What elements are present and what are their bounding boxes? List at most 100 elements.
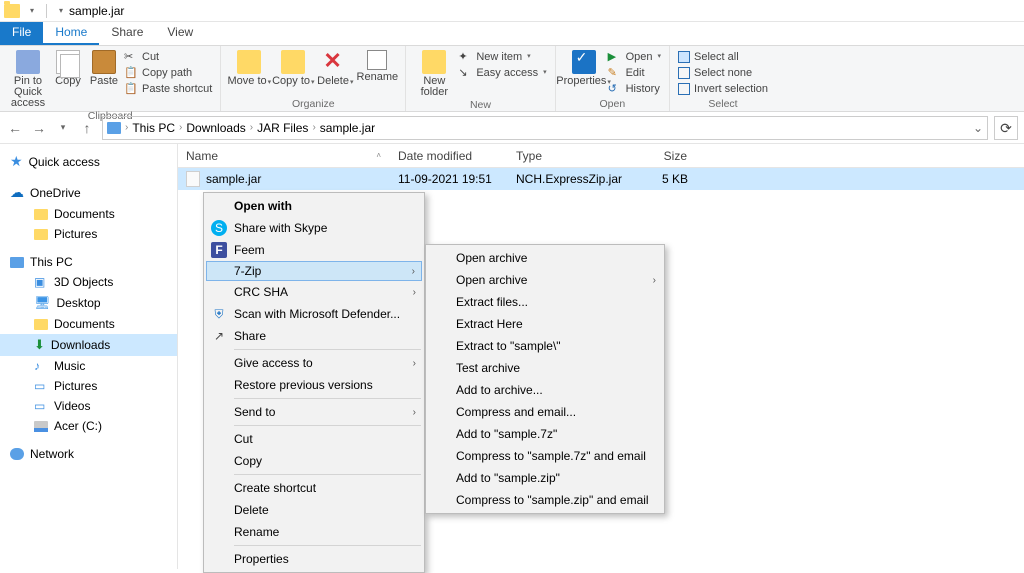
nav-recent-button[interactable]: ▾ (54, 122, 72, 133)
ctx-rename[interactable]: Rename (206, 521, 422, 543)
ctx-crc-sha[interactable]: CRC SHA› (206, 281, 422, 303)
new-item-button[interactable]: ✦New item▾ (456, 50, 548, 64)
folder-icon (34, 229, 48, 240)
copyto-icon (281, 50, 305, 74)
paste-button[interactable]: Paste (86, 48, 122, 87)
overflow-icon[interactable]: ▾ (59, 6, 63, 15)
sidebar-downloads[interactable]: ⬇Downloads (0, 334, 177, 356)
open-button[interactable]: ▶Open▾ (606, 50, 663, 64)
sidebar-quick-access[interactable]: ★Quick access (0, 150, 177, 173)
sidebar-thispc[interactable]: This PC (0, 252, 177, 272)
tab-view[interactable]: View (155, 22, 205, 45)
sub-extract-sample[interactable]: Extract to "sample\" (428, 335, 662, 357)
sidebar-network[interactable]: Network (0, 444, 177, 464)
sub-extract-here[interactable]: Extract Here (428, 313, 662, 335)
select-all-icon (678, 51, 690, 63)
chevron-right-icon[interactable]: › (179, 122, 182, 133)
paste-icon (92, 50, 116, 74)
pin-quick-access-button[interactable]: Pin to Quick access (6, 48, 50, 109)
sub-test-archive[interactable]: Test archive (428, 357, 662, 379)
file-row[interactable]: sample.jar 11-09-2021 19:51 NCH.ExpressZ… (178, 168, 1024, 190)
scissors-icon: ✂ (124, 50, 138, 64)
qatoolbar-down-icon[interactable]: ▾ (30, 6, 34, 15)
sidebar-music[interactable]: ♪Music (0, 356, 177, 376)
copy-button[interactable]: Copy (50, 48, 86, 87)
chevron-right-icon: › (413, 407, 416, 418)
copy-path-button[interactable]: 📋Copy path (122, 66, 214, 80)
breadcrumb-file[interactable]: sample.jar (320, 121, 375, 135)
separator (234, 425, 421, 426)
sidebar-acer-c[interactable]: Acer (C:) (0, 416, 177, 436)
new-folder-button[interactable]: New folder (412, 48, 456, 98)
edit-button[interactable]: ✎Edit (606, 66, 663, 80)
sidebar-onedrive-documents[interactable]: Documents (0, 204, 177, 224)
ctx-properties[interactable]: Properties (206, 548, 422, 570)
tab-file[interactable]: File (0, 22, 43, 45)
ctx-feem[interactable]: FFeem (206, 239, 422, 261)
breadcrumb-jarfiles[interactable]: JAR Files (257, 121, 308, 135)
nav-forward-button[interactable]: → (30, 120, 48, 136)
sub-compress-email[interactable]: Compress and email... (428, 401, 662, 423)
breadcrumb-thispc[interactable]: This PC (132, 121, 175, 135)
properties-button[interactable]: Properties▾ (562, 48, 606, 88)
nav-back-button[interactable]: ← (6, 120, 24, 136)
sub-open-archive-arrow[interactable]: Open archive› (428, 269, 662, 291)
ctx-share-skype[interactable]: SShare with Skype (206, 217, 422, 239)
sidebar-videos[interactable]: ▭Videos (0, 396, 177, 416)
sidebar-desktop[interactable]: 🖥Desktop (0, 292, 177, 314)
paste-shortcut-button[interactable]: 📋Paste shortcut (122, 82, 214, 96)
sub-compress-zip-email[interactable]: Compress to "sample.zip" and email (428, 489, 662, 511)
select-all-button[interactable]: Select all (676, 50, 770, 64)
ctx-copy[interactable]: Copy (206, 450, 422, 472)
breadcrumb-downloads[interactable]: Downloads (186, 121, 245, 135)
rename-button[interactable]: Rename (355, 48, 399, 83)
feem-icon: F (211, 242, 227, 258)
column-type[interactable]: Type (508, 149, 636, 163)
sidebar-3dobjects[interactable]: ▣3D Objects (0, 272, 177, 292)
invert-selection-button[interactable]: Invert selection (676, 82, 770, 96)
sub-compress-7z-email[interactable]: Compress to "sample.7z" and email (428, 445, 662, 467)
sidebar-onedrive-pictures[interactable]: Pictures (0, 224, 177, 244)
ctx-give-access[interactable]: Give access to› (206, 352, 422, 374)
ctx-restore[interactable]: Restore previous versions (206, 374, 422, 396)
chevron-right-icon[interactable]: › (312, 122, 315, 133)
delete-button[interactable]: ✕ Delete▾ (315, 48, 355, 88)
sub-extract-files[interactable]: Extract files... (428, 291, 662, 313)
history-button[interactable]: ↺History (606, 82, 663, 96)
tab-home[interactable]: Home (43, 22, 99, 45)
ctx-open-with[interactable]: Open with (206, 195, 422, 217)
chevron-right-icon[interactable]: › (125, 122, 128, 133)
refresh-button[interactable]: ⟳ (994, 116, 1018, 140)
separator (234, 398, 421, 399)
ctx-defender[interactable]: ⛨Scan with Microsoft Defender... (206, 303, 422, 325)
file-icon (186, 171, 200, 187)
nav-up-button[interactable]: ↑ (78, 120, 96, 136)
sub-open-archive[interactable]: Open archive (428, 247, 662, 269)
chevron-right-icon[interactable]: › (250, 122, 253, 133)
cut-button[interactable]: ✂Cut (122, 50, 214, 64)
move-to-button[interactable]: Move to▾ (227, 48, 271, 88)
column-name[interactable]: Name˄ (178, 149, 390, 163)
sidebar-onedrive[interactable]: ☁OneDrive (0, 181, 177, 204)
sidebar-documents[interactable]: Documents (0, 314, 177, 334)
sub-add-zip[interactable]: Add to "sample.zip" (428, 467, 662, 489)
new-folder-icon (422, 50, 446, 74)
column-size[interactable]: Size (636, 149, 696, 163)
sidebar-pictures[interactable]: ▭Pictures (0, 376, 177, 396)
tab-share[interactable]: Share (99, 22, 155, 45)
sub-add-archive[interactable]: Add to archive... (428, 379, 662, 401)
easy-access-button[interactable]: ↘Easy access▾ (456, 66, 548, 80)
column-date[interactable]: Date modified (390, 149, 508, 163)
breadcrumb[interactable]: › This PC › Downloads › JAR Files › samp… (102, 116, 988, 140)
copy-to-button[interactable]: Copy to▾ (271, 48, 315, 88)
ctx-send-to[interactable]: Send to› (206, 401, 422, 423)
sub-add-7z[interactable]: Add to "sample.7z" (428, 423, 662, 445)
ctx-cut[interactable]: Cut (206, 428, 422, 450)
ctx-share[interactable]: ↗Share (206, 325, 422, 347)
ctx-7zip[interactable]: 7-Zip› (206, 261, 422, 281)
ctx-delete[interactable]: Delete (206, 499, 422, 521)
select-none-button[interactable]: Select none (676, 66, 770, 80)
ctx-create-shortcut[interactable]: Create shortcut (206, 477, 422, 499)
address-dropdown-icon[interactable]: ⌄ (973, 121, 983, 135)
chevron-right-icon: › (653, 275, 656, 286)
